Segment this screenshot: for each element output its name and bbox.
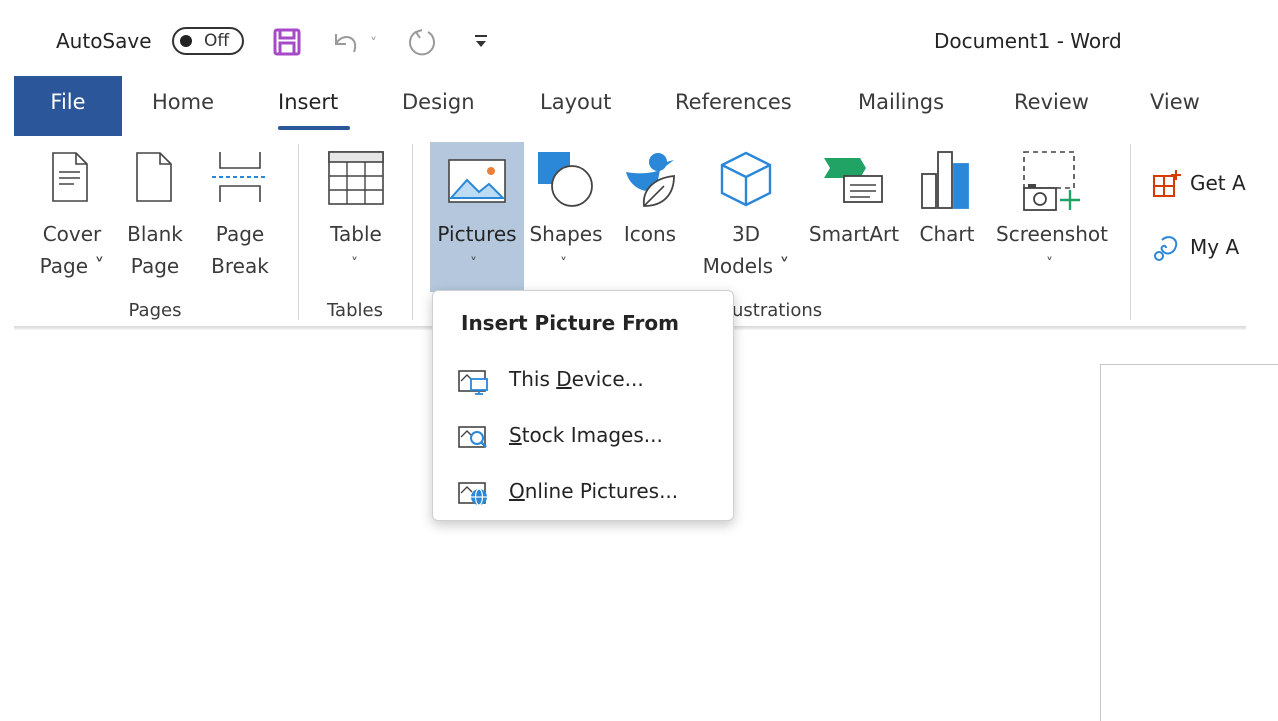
smartart-button[interactable]: SmartArt bbox=[804, 150, 904, 280]
toggle-knob bbox=[180, 35, 192, 47]
shapes-button[interactable]: Shapes ˅ bbox=[524, 150, 608, 300]
page-break-label-1: Page bbox=[215, 222, 265, 246]
group-separator bbox=[1130, 144, 1131, 320]
access-key: S bbox=[509, 423, 522, 447]
smartart-label: SmartArt bbox=[808, 222, 900, 246]
online-pictures-label: Online Pictures... bbox=[509, 479, 678, 503]
online-pictures-menu-item[interactable]: Online Pictures... bbox=[441, 467, 725, 519]
group-separator bbox=[298, 144, 299, 320]
tab-insert[interactable]: Insert bbox=[278, 90, 338, 114]
table-label: Table bbox=[330, 222, 382, 246]
this-device-label: This Device... bbox=[509, 367, 644, 391]
blank-page-icon bbox=[136, 152, 172, 202]
customize-qat-icon[interactable] bbox=[472, 32, 490, 52]
picture-icon bbox=[448, 159, 506, 203]
get-addins-label: Get A bbox=[1190, 171, 1246, 195]
title-bar: AutoSave Off ˅ Document1 - Word bbox=[0, 0, 1278, 76]
screenshot-label: Screenshot bbox=[996, 222, 1108, 246]
shapes-label: Shapes bbox=[529, 222, 603, 246]
undo-icon[interactable] bbox=[330, 26, 364, 60]
smartart-icon bbox=[824, 158, 883, 203]
access-key: D bbox=[556, 367, 572, 391]
label-suffix: nline Pictures... bbox=[524, 479, 679, 503]
3d-models-button[interactable]: 3D Models ˅ bbox=[694, 150, 798, 300]
redo-icon[interactable] bbox=[404, 26, 440, 62]
shapes-icon bbox=[538, 152, 593, 207]
tab-mailings[interactable]: Mailings bbox=[858, 90, 944, 114]
table-button[interactable]: Table ˅ bbox=[318, 150, 394, 300]
tab-home[interactable]: Home bbox=[152, 90, 214, 114]
3d-cube-icon bbox=[720, 151, 772, 207]
tables-group-label: Tables bbox=[327, 300, 383, 321]
page-break-button[interactable]: Page Break bbox=[206, 150, 274, 300]
my-addins-button[interactable]: My A bbox=[1152, 232, 1246, 264]
stock-images-menu-item[interactable]: Stock Images... bbox=[441, 411, 725, 463]
chevron-down-icon: ˅ bbox=[1046, 256, 1053, 272]
page-break-label-2: Break bbox=[211, 254, 269, 278]
chart-button[interactable]: Chart bbox=[912, 150, 982, 280]
device-picture-icon bbox=[458, 370, 488, 395]
group-separator bbox=[412, 144, 413, 320]
autosave-toggle[interactable]: Off bbox=[172, 27, 244, 55]
document-page[interactable] bbox=[1100, 364, 1278, 721]
chevron-down-icon: ˅ bbox=[560, 256, 567, 272]
icons-button[interactable]: Icons bbox=[614, 150, 686, 280]
label-suffix: evice... bbox=[571, 367, 644, 391]
store-grid-icon bbox=[1153, 170, 1181, 197]
get-addins-button[interactable]: Get A bbox=[1152, 168, 1246, 200]
chevron-down-icon: ˅ bbox=[470, 256, 477, 272]
my-addins-label: My A bbox=[1190, 235, 1240, 259]
undo-dropdown-chevron-icon[interactable]: ˅ bbox=[370, 36, 377, 52]
screenshot-button[interactable]: Screenshot ˅ bbox=[990, 150, 1114, 300]
3d-models-label-2: Models ˅ bbox=[702, 254, 790, 278]
autosave-state: Off bbox=[204, 31, 230, 51]
3d-models-label-1: 3D bbox=[731, 222, 761, 246]
autosave-label: AutoSave bbox=[56, 29, 152, 53]
active-tab-indicator bbox=[278, 126, 350, 130]
dropdown-title: Insert Picture From bbox=[461, 311, 679, 335]
tab-layout[interactable]: Layout bbox=[540, 90, 611, 114]
chevron-down-icon: ˅ bbox=[351, 256, 358, 272]
my-addins-icon bbox=[1154, 236, 1178, 261]
insert-picture-dropdown: Insert Picture From This Device... Stock… bbox=[432, 290, 734, 521]
tab-view[interactable]: View bbox=[1150, 90, 1200, 114]
label-suffix: tock Images... bbox=[521, 423, 663, 447]
tab-references[interactable]: References bbox=[675, 90, 792, 114]
tab-file[interactable]: File bbox=[14, 76, 122, 136]
blank-page-label-2: Page bbox=[130, 254, 180, 278]
access-key: O bbox=[509, 479, 525, 503]
tab-design[interactable]: Design bbox=[402, 90, 475, 114]
cover-page-icon bbox=[52, 152, 88, 202]
page-break-icon bbox=[212, 152, 268, 202]
icons-label: Icons bbox=[623, 222, 677, 246]
online-pictures-icon bbox=[458, 482, 487, 506]
cover-page-label-1: Cover bbox=[42, 222, 102, 246]
blank-page-button[interactable]: Blank Page bbox=[122, 150, 188, 300]
stock-images-label: Stock Images... bbox=[509, 423, 663, 447]
tab-review[interactable]: Review bbox=[1014, 90, 1089, 114]
icons-icon bbox=[626, 153, 675, 207]
save-icon[interactable] bbox=[272, 27, 302, 57]
document-title: Document1 - Word bbox=[934, 29, 1122, 53]
cover-page-button[interactable]: Cover Page ˅ bbox=[36, 150, 108, 300]
cover-page-label-2: Page ˅ bbox=[39, 254, 105, 278]
tab-file-label: File bbox=[50, 90, 86, 114]
label-prefix: This bbox=[509, 367, 557, 391]
chart-icon bbox=[921, 151, 969, 209]
stock-images-icon bbox=[458, 426, 487, 448]
pages-group-label: Pages bbox=[128, 300, 182, 321]
screenshot-icon bbox=[1023, 151, 1080, 211]
this-device-menu-item[interactable]: This Device... bbox=[441, 355, 725, 407]
table-icon bbox=[328, 151, 384, 205]
pictures-button[interactable]: Pictures ˅ bbox=[430, 142, 524, 292]
chart-label: Chart bbox=[919, 222, 975, 246]
blank-page-label-1: Blank bbox=[127, 222, 183, 246]
illustrations-group-label: ustrations bbox=[732, 300, 823, 321]
pictures-label: Pictures bbox=[437, 222, 517, 246]
